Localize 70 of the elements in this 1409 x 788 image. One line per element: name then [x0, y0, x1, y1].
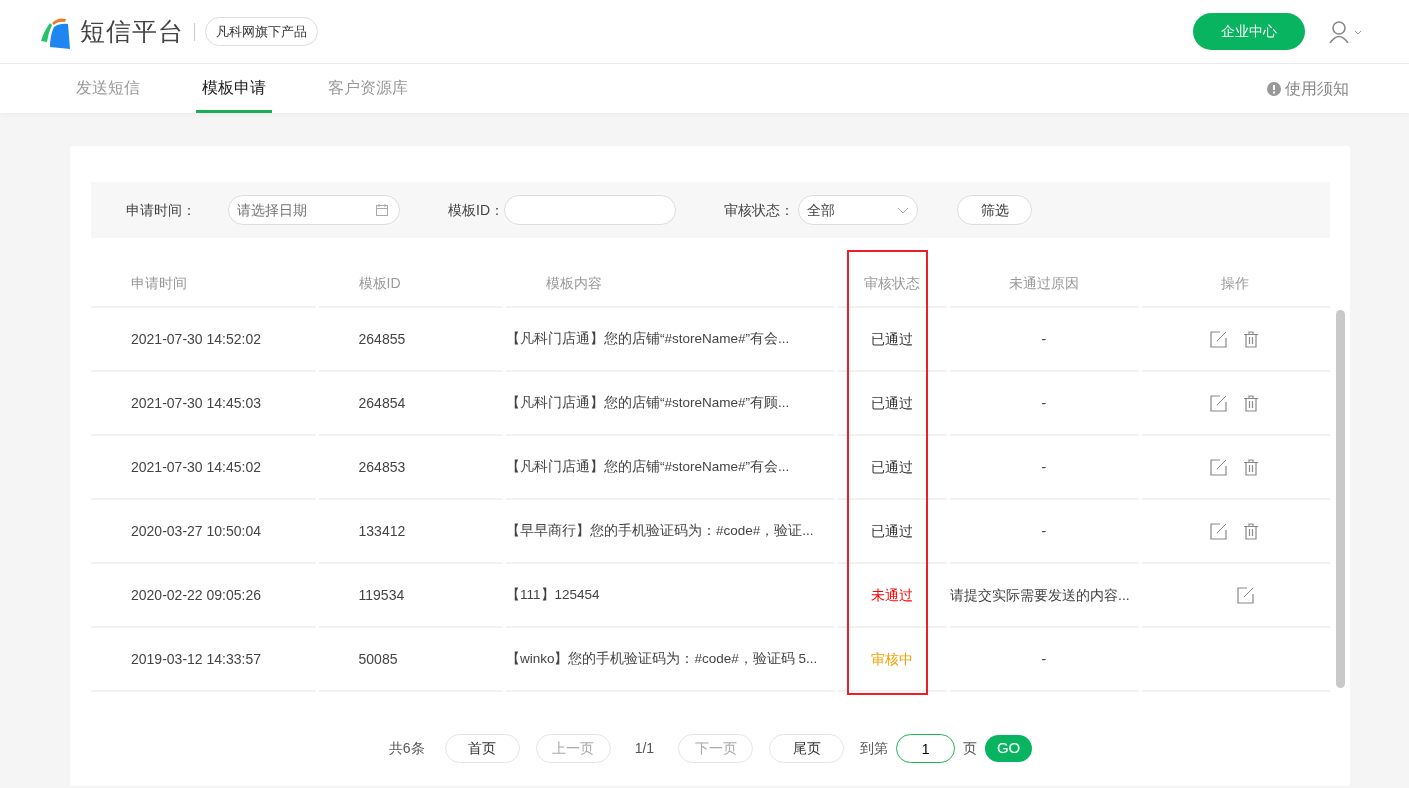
- table-cell: 50085: [318, 628, 503, 692]
- table-cell: 264855: [318, 308, 503, 372]
- column-header: 模板ID: [318, 260, 503, 308]
- table-cell: -: [950, 372, 1139, 436]
- table-cell: 2021-07-30 14:52:02: [91, 308, 316, 372]
- table-cell: -: [950, 500, 1139, 564]
- template-id-field[interactable]: [504, 195, 676, 225]
- edit-icon[interactable]: [1210, 394, 1228, 412]
- table-cell: 2021-07-30 14:45:02: [91, 436, 316, 500]
- status-text: 已通过: [837, 436, 948, 500]
- scrollbar-thumb[interactable]: [1336, 310, 1345, 688]
- table-cell: -: [950, 436, 1139, 500]
- table-cell: -: [950, 628, 1139, 692]
- enterprise-center-button[interactable]: 企业中心: [1193, 13, 1305, 50]
- edit-icon[interactable]: [1210, 330, 1228, 348]
- column-header: 申请时间: [91, 260, 316, 308]
- column-header: 操作: [1141, 260, 1330, 308]
- nav-tab[interactable]: 模板申请: [196, 64, 272, 113]
- table-cell: 2020-02-22 09:05:26: [91, 564, 316, 628]
- table-cell: 264854: [318, 372, 503, 436]
- usage-notice-link[interactable]: 使用须知: [1285, 76, 1349, 101]
- filter-button[interactable]: 筛选: [957, 195, 1032, 225]
- calendar-icon: [376, 204, 388, 216]
- first-page-button[interactable]: 首页: [444, 734, 520, 763]
- table-cell: 【早早商行】您的手机验证码为：#code#，验证...: [506, 500, 835, 564]
- table-cell: 【凡科门店通】您的店铺“#storeName#”有会...: [506, 436, 835, 500]
- last-page-button[interactable]: 尾页: [769, 734, 845, 763]
- nav-tab[interactable]: 客户资源库: [322, 64, 414, 113]
- status-text: 已通过: [837, 500, 948, 564]
- page-info: 1/1: [634, 739, 655, 758]
- table-cell: 133412: [318, 500, 503, 564]
- column-header: 未通过原因: [950, 260, 1139, 308]
- go-button[interactable]: GO: [985, 735, 1033, 762]
- edit-icon[interactable]: [1210, 458, 1228, 476]
- chevron-icon: [897, 206, 909, 214]
- table-cell: 请提交实际需要发送的内容...: [950, 564, 1139, 628]
- table-cell: -: [950, 308, 1139, 372]
- goto-label: 到第: [860, 739, 889, 758]
- column-header: 审核状态: [837, 260, 948, 308]
- status-text: 审核中: [837, 628, 948, 692]
- table-cell: 2020-03-27 10:50:04: [91, 500, 316, 564]
- edit-icon[interactable]: [1236, 586, 1254, 604]
- filter-label: 申请时间：: [126, 200, 196, 220]
- filter-label: 模板ID：: [448, 200, 504, 220]
- table-cell: 2019-03-12 14:33:57: [91, 628, 316, 692]
- table-cell: 【winko】您的手机验证码为：#code#，验证码 5...: [506, 628, 835, 692]
- trash-icon[interactable]: [1243, 394, 1261, 412]
- status-text: 已通过: [837, 372, 948, 436]
- trash-icon[interactable]: [1243, 458, 1261, 476]
- status-select[interactable]: 全部: [798, 195, 918, 225]
- table-cell: 【凡科门店通】您的店铺“#storeName#”有顾...: [506, 372, 835, 436]
- table-cell: 119534: [318, 564, 503, 628]
- status-text: 未通过: [837, 564, 948, 628]
- column-header: 模板内容: [506, 260, 835, 308]
- logo-text: 短信平台: [80, 15, 184, 47]
- page-suffix: 页: [963, 739, 978, 758]
- table-cell: 2021-07-30 14:45:03: [91, 372, 316, 436]
- date-field[interactable]: 请选择日期: [228, 195, 400, 225]
- filter-label: 审核状态：: [724, 200, 794, 220]
- nav-tab[interactable]: 发送短信: [70, 64, 146, 113]
- trash-icon[interactable]: [1243, 330, 1261, 348]
- status-text: 已通过: [837, 308, 948, 372]
- page-number-field[interactable]: 1: [896, 734, 956, 763]
- info-icon: [1267, 81, 1281, 96]
- trash-icon[interactable]: [1243, 522, 1261, 540]
- edit-icon[interactable]: [1210, 522, 1228, 540]
- table-cell: 【凡科门店通】您的店铺“#storeName#”有会...: [506, 308, 835, 372]
- total-count: 共6条: [388, 739, 425, 758]
- table-cell: 264853: [318, 436, 503, 500]
- table-cell: 【111】125454: [506, 564, 835, 628]
